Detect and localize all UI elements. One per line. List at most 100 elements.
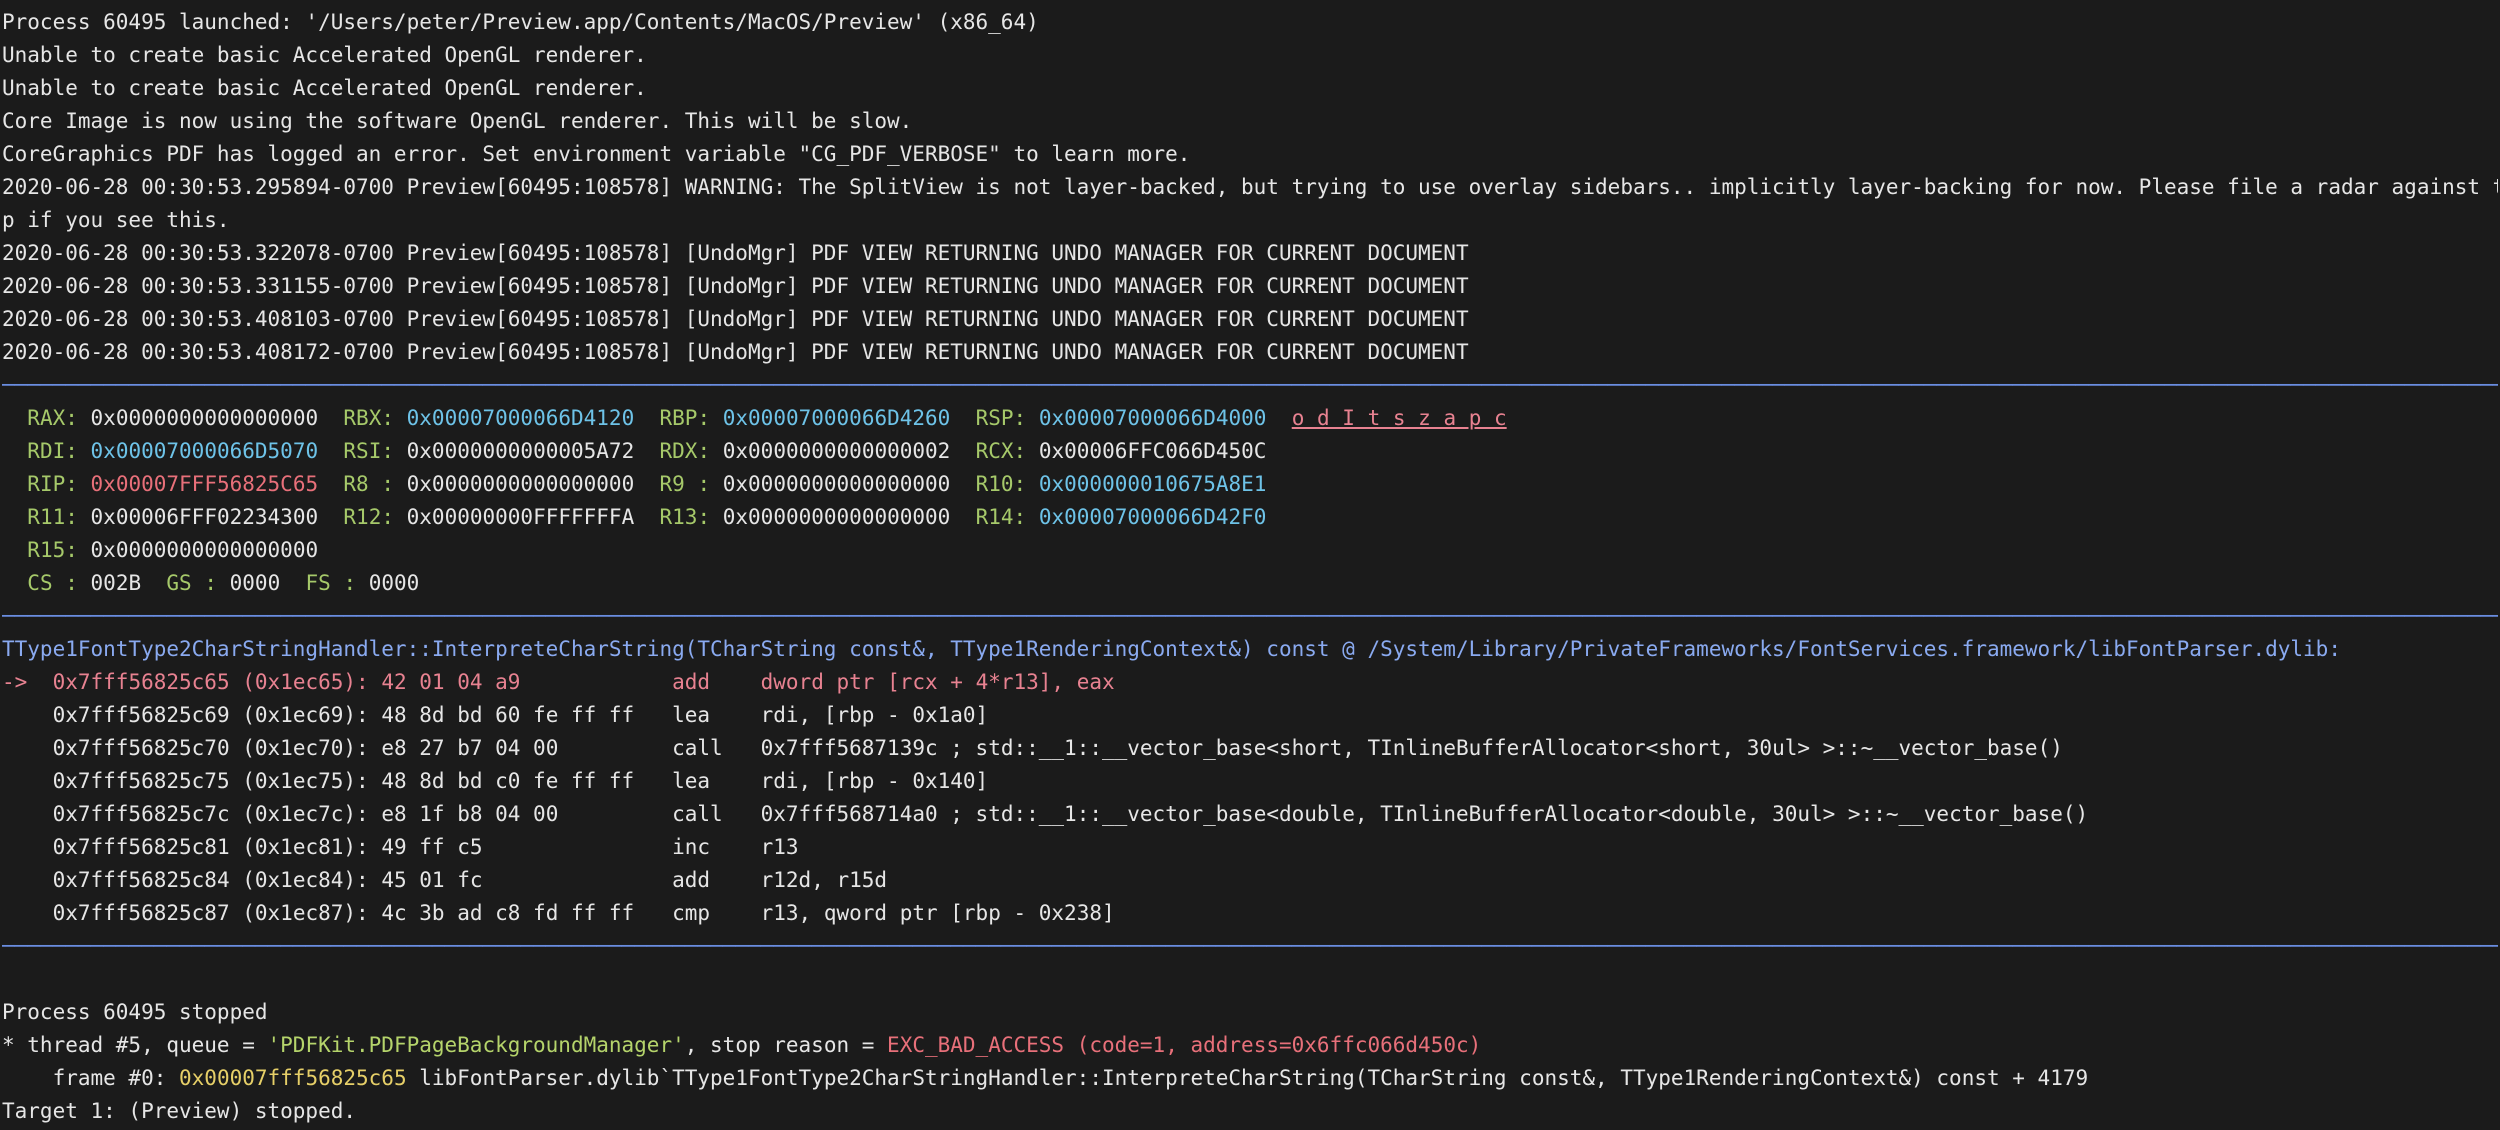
- reg-value-gs: 0000: [229, 571, 281, 595]
- disasm-operands: r12d, r15d: [760, 868, 888, 892]
- disasm-line: 0x7fff56825c70 (0x1ec70): e8 27 b7 04 00…: [2, 732, 2498, 765]
- target-stopped-line: Target 1: (Preview) stopped.: [2, 1099, 357, 1123]
- reg-value-fs: 0000: [368, 571, 420, 595]
- disasm-mnemonic: lea: [672, 703, 711, 727]
- code-separator: ────────────────────────────────────────…: [2, 604, 2498, 628]
- registers-row: RDI: 0x00007000066D5070 RSI: 0x000000000…: [2, 435, 2498, 468]
- log-line: Unable to create basic Accelerated OpenG…: [2, 76, 647, 100]
- disasm-offset: (0x1ec75):: [242, 769, 369, 793]
- disasm-mnemonic: cmp: [672, 901, 711, 925]
- disasm-offset: (0x1ec84):: [242, 868, 369, 892]
- reg-label-r14: R14:: [975, 505, 1027, 529]
- reg-label-r10: R10:: [975, 472, 1027, 496]
- disasm-bytes: 45 01 fc: [381, 868, 483, 892]
- disasm-offset: (0x1ec81):: [242, 835, 369, 859]
- reg-value-rcx: 0x00006FFC066D450C: [1038, 439, 1267, 463]
- disasm-bytes: e8 27 b7 04 00: [381, 736, 559, 760]
- reg-value-rsi: 0x0000000000005A72: [406, 439, 635, 463]
- disasm-operands: r13: [760, 835, 799, 859]
- frame-address: 0x00007fff56825c65: [179, 1066, 407, 1090]
- reg-label-r8: R8 :: [343, 472, 394, 496]
- reg-value-r13: 0x0000000000000000: [722, 505, 951, 529]
- reg-value-rbp: 0x00007000066D4260: [722, 406, 951, 430]
- frame-label: frame #0:: [2, 1066, 180, 1090]
- disasm-bytes: 4c 3b ad c8 fd ff ff: [381, 901, 635, 925]
- disasm-offset: (0x1ec87):: [242, 901, 369, 925]
- disasm-operands: dword ptr [rcx + 4*r13], eax: [760, 670, 1115, 694]
- reg-label-r11: R11:: [27, 505, 78, 529]
- thread-label: * thread #5, queue =: [2, 1033, 268, 1057]
- log-line: Core Image is now using the software Ope…: [2, 109, 913, 133]
- disasm-address: 0x7fff56825c7c: [52, 802, 230, 826]
- disasm-mnemonic: add: [672, 670, 711, 694]
- disasm-line: 0x7fff56825c69 (0x1ec69): 48 8d bd 60 fe…: [2, 699, 2498, 732]
- reg-label-rbx: RBX:: [343, 406, 394, 430]
- terminal-output[interactable]: Process 60495 launched: '/Users/peter/Pr…: [2, 6, 2498, 1128]
- reg-label-rbp: RBP:: [659, 406, 711, 430]
- reg-label-rcx: RCX:: [975, 439, 1027, 463]
- disasm-address: 0x7fff56825c69: [52, 703, 230, 727]
- registers-row: R15: 0x0000000000000000: [2, 534, 2498, 567]
- reg-label-r13: R13:: [659, 505, 711, 529]
- reg-value-r14: 0x00007000066D42F0: [1038, 505, 1267, 529]
- segment-registers-row: CS : 002B GS : 0000 FS : 0000: [2, 567, 2498, 600]
- log-line: 2020-06-28 00:30:53.408172-0700 Preview[…: [2, 340, 1469, 364]
- disasm-address: 0x7fff56825c81: [52, 835, 230, 859]
- disasm-line: 0x7fff56825c7c (0x1ec7c): e8 1f b8 04 00…: [2, 798, 2498, 831]
- reg-label-r12: R12:: [343, 505, 394, 529]
- disasm-offset: (0x1ec70):: [242, 736, 369, 760]
- disasm-mnemonic: inc: [672, 835, 711, 859]
- disasm-line: 0x7fff56825c87 (0x1ec87): 4c 3b ad c8 fd…: [2, 897, 2498, 930]
- thread-stop-line: * thread #5, queue = 'PDFKit.PDFPageBack…: [2, 1029, 2498, 1062]
- reg-value-r9: 0x0000000000000000: [722, 472, 951, 496]
- disasm-bytes: 49 ff c5: [381, 835, 483, 859]
- reg-label-rdi: RDI:: [27, 439, 78, 463]
- regs-separator: ────────────────────────────────────────…: [2, 373, 2498, 397]
- disasm-mnemonic: add: [672, 868, 711, 892]
- registers-row: R11: 0x00006FFF02234300 R12: 0x00000000F…: [2, 501, 2498, 534]
- disasm-offset: (0x1ec65):: [242, 670, 369, 694]
- reg-value-rdx: 0x0000000000000002: [722, 439, 951, 463]
- log-line: 2020-06-28 00:30:53.408103-0700 Preview[…: [2, 307, 1469, 331]
- reg-label-rsi: RSI:: [343, 439, 394, 463]
- reg-value-r10: 0x000000010675A8E1: [1038, 472, 1267, 496]
- code-function-header: TType1FontType2CharStringHandler::Interp…: [2, 637, 2341, 661]
- disasm-address: 0x7fff56825c84: [52, 868, 230, 892]
- reg-label-fs: FS :: [305, 571, 357, 595]
- disasm-bytes: 48 8d bd c0 fe ff ff: [381, 769, 635, 793]
- reg-label-rax: RAX:: [27, 406, 78, 430]
- reg-value-rsp: 0x00007000066D4000: [1038, 406, 1267, 430]
- disasm-operands: 0x7fff5687139c ; std::__1::__vector_base…: [760, 736, 2063, 760]
- disasm-line-current: -> 0x7fff56825c65 (0x1ec65): 42 01 04 a9…: [2, 666, 2498, 699]
- log-line: Process 60495 launched: '/Users/peter/Pr…: [2, 10, 1039, 34]
- disasm-operands: r13, qword ptr [rbp - 0x238]: [760, 901, 1115, 925]
- frame-symbol: libFontParser.dylib`TType1FontType2CharS…: [406, 1066, 2089, 1090]
- reg-value-rax: 0x0000000000000000: [90, 406, 319, 430]
- registers-row: RIP: 0x00007FFF56825C65 R8 : 0x000000000…: [2, 468, 2498, 501]
- stop-reason-label: , stop reason =: [684, 1033, 888, 1057]
- disasm-address: 0x7fff56825c70: [52, 736, 230, 760]
- disasm-address: 0x7fff56825c87: [52, 901, 230, 925]
- disasm-bytes: 48 8d bd 60 fe ff ff: [381, 703, 635, 727]
- log-line: 2020-06-28 00:30:53.295894-0700 Preview[…: [2, 175, 2498, 199]
- queue-name: 'PDFKit.PDFPageBackgroundManager': [267, 1033, 685, 1057]
- log-line: Unable to create basic Accelerated OpenG…: [2, 43, 647, 67]
- reg-value-r15: 0x0000000000000000: [90, 538, 319, 562]
- disasm-bytes: 42 01 04 a9: [381, 670, 521, 694]
- stop-reason: EXC_BAD_ACCESS (code=1, address=0x6ffc06…: [887, 1033, 1482, 1057]
- reg-value-rbx: 0x00007000066D4120: [406, 406, 635, 430]
- disasm-offset: (0x1ec69):: [242, 703, 369, 727]
- disasm-line: 0x7fff56825c81 (0x1ec81): 49 ff c5 inc r13: [2, 831, 2498, 864]
- log-line: 2020-06-28 00:30:53.322078-0700 Preview[…: [2, 241, 1469, 265]
- log-line: 2020-06-28 00:30:53.331155-0700 Preview[…: [2, 274, 1469, 298]
- reg-label-rdx: RDX:: [659, 439, 711, 463]
- reg-label-rsp: RSP:: [975, 406, 1027, 430]
- reg-label-r9: R9 :: [659, 472, 711, 496]
- disasm-mnemonic: call: [672, 802, 723, 826]
- process-stopped-line: Process 60495 stopped: [2, 1000, 268, 1024]
- disasm-offset: (0x1ec7c):: [242, 802, 369, 826]
- eflags: o d I t s z a p c: [1291, 406, 1507, 430]
- log-line: CoreGraphics PDF has logged an error. Se…: [2, 142, 1191, 166]
- reg-label-cs: CS :: [27, 571, 78, 595]
